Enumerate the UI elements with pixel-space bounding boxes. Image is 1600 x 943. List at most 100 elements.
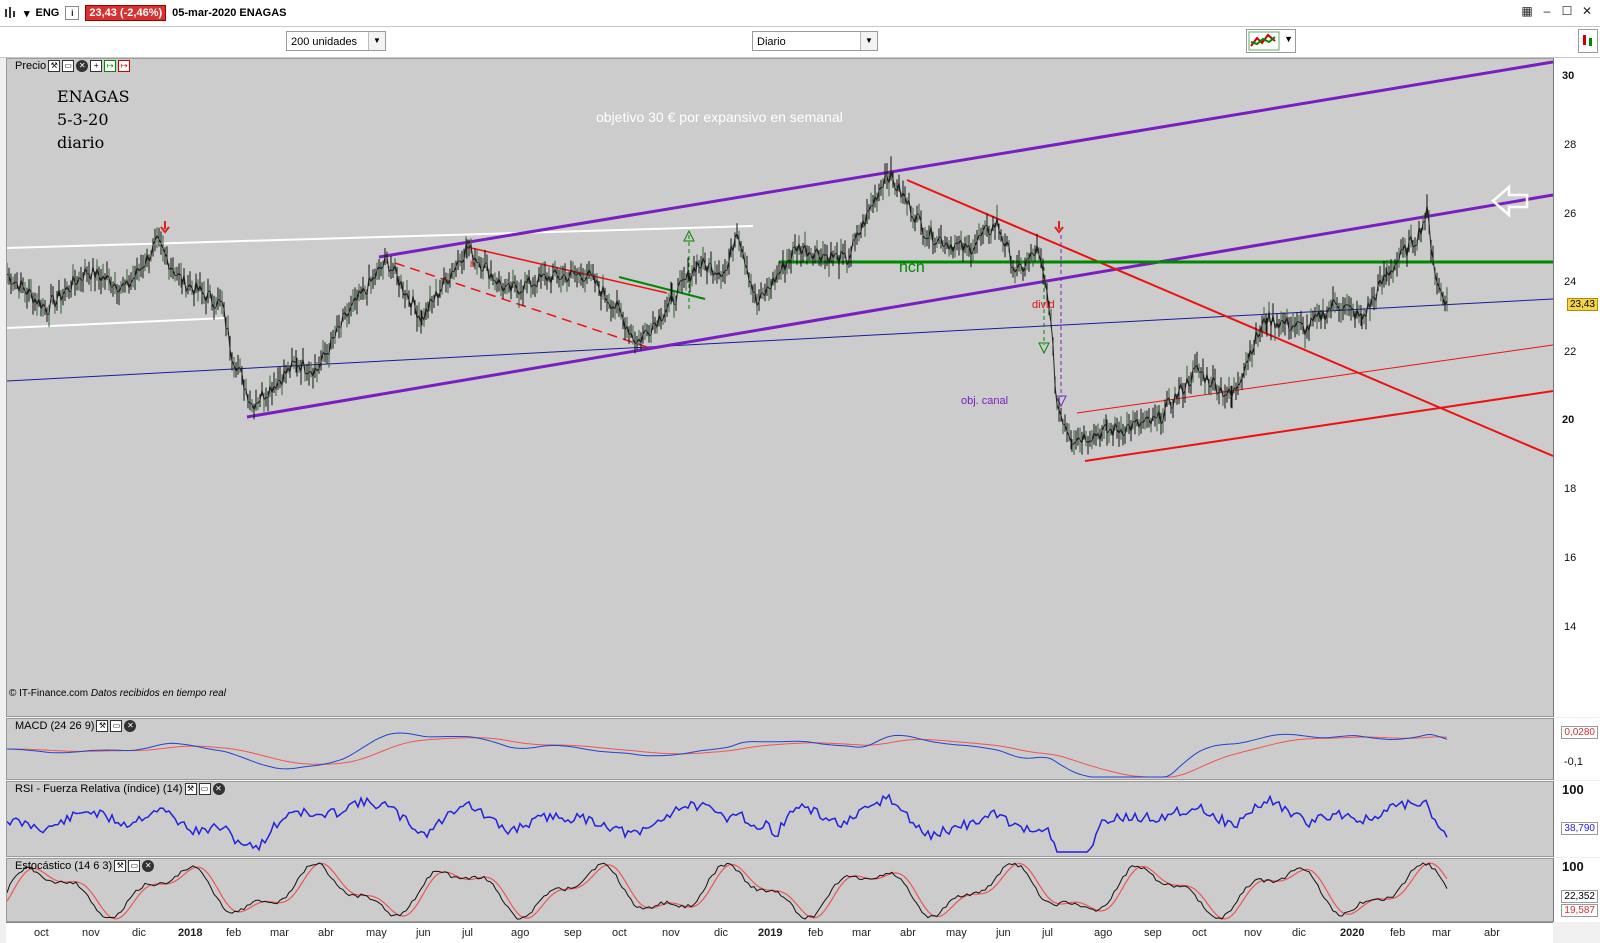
- macd-chart: [7, 732, 1448, 778]
- remove-icon[interactable]: ↦: [118, 60, 131, 72]
- dropdown-arrow-icon[interactable]: ▾: [24, 7, 30, 20]
- price-chart[interactable]: [7, 59, 1553, 716]
- hch-label: hch: [899, 259, 925, 276]
- window-icon[interactable]: ▭: [110, 720, 123, 732]
- x-tick-label: 2019: [758, 927, 783, 939]
- x-tick-label: mar: [852, 927, 871, 939]
- ticker-symbol: ENG: [35, 7, 60, 19]
- x-tick-label: sep: [1144, 927, 1162, 939]
- small-label: b: [470, 259, 476, 269]
- plus-icon[interactable]: +: [90, 60, 103, 72]
- close-icon[interactable]: ✕: [1580, 4, 1594, 18]
- stoch-panel[interactable]: Estocástico (14 6 3) ⚒ ▭ ✕: [6, 858, 1554, 922]
- red-downtrend-line: [906, 179, 1553, 457]
- macd-panel[interactable]: MACD (24 26 9) ⚒ ▭ ✕: [6, 718, 1554, 780]
- x-tick-label: dic: [132, 927, 147, 939]
- macd-panel-header: MACD (24 26 9) ⚒ ▭ ✕: [15, 720, 137, 732]
- x-tick-label: abr: [1484, 927, 1500, 939]
- stoch-line: [7, 862, 1448, 920]
- y-tick: 14: [1564, 621, 1577, 633]
- wrench-icon[interactable]: ⚒: [184, 783, 197, 795]
- x-tick-label: oct: [612, 927, 627, 939]
- wrench-icon[interactable]: ⚒: [114, 860, 127, 872]
- window-title: 05-mar-2020 ENAGAS: [172, 7, 287, 19]
- x-tick-label: jul: [1042, 927, 1054, 939]
- annotation-line: ENAGAS: [57, 87, 130, 106]
- y-tick: 24: [1564, 276, 1577, 288]
- annotation-title: ENAGAS 5-3-20 diario: [57, 85, 130, 154]
- y-tick: 28: [1564, 139, 1577, 151]
- stoch-axis: 100 22,352 19,587: [1553, 858, 1600, 922]
- purple-channel-upper: [378, 60, 1553, 259]
- chart-settings-button[interactable]: [1578, 29, 1598, 53]
- stoch-signal-value: 19,587: [1561, 904, 1598, 917]
- units-select-value: 200 unidades: [291, 36, 358, 48]
- x-tick-label: ago: [511, 927, 530, 939]
- title-left: ▾ ENG i 23,43 (-2,46%) 05-mar-2020 ENAGA…: [4, 5, 286, 21]
- x-tick-label: sep: [564, 927, 582, 939]
- rsi-panel[interactable]: RSI - Fuerza Relativa (índice) (14) ⚒ ▭ …: [6, 781, 1554, 857]
- units-select[interactable]: 200 unidades ▼: [286, 31, 386, 51]
- objective-note: objetivo 30 € por expansivo en semanal: [596, 109, 843, 125]
- close-icon[interactable]: ✕: [142, 860, 155, 872]
- x-tick-label: may: [366, 927, 387, 939]
- rsi-axis: 100 38,790: [1553, 781, 1600, 857]
- x-tick-label: abr: [900, 927, 916, 939]
- export-icon[interactable]: ↦: [104, 60, 117, 72]
- annotation-line: 5-3-20: [57, 110, 109, 129]
- y-tick: 26: [1564, 208, 1577, 220]
- x-tick-label: jul: [462, 927, 474, 939]
- y-tick: 100: [1562, 782, 1584, 797]
- red-marker-arrow-icon: [160, 221, 170, 234]
- y-tick: 18: [1564, 483, 1577, 495]
- x-tick-label: feb: [226, 927, 242, 939]
- chart-app-icon: [5, 7, 15, 18]
- price-axis: 30 28 26 24 22 20 18 16 14 23,43: [1553, 58, 1600, 717]
- title-bar: ▾ ENG i 23,43 (-2,46%) 05-mar-2020 ENAGA…: [0, 0, 1600, 27]
- stoch-panel-header: Estocástico (14 6 3) ⚒ ▭ ✕: [15, 860, 155, 872]
- info-icon[interactable]: i: [65, 6, 80, 20]
- indicator-picker-button[interactable]: ▼: [1246, 29, 1296, 53]
- macd-axis: 0,0280 -0,1: [1553, 718, 1600, 780]
- macd-signal-line: [7, 736, 1448, 778]
- y-tick: 20: [1562, 414, 1575, 426]
- y-tick: 100: [1562, 859, 1584, 874]
- macd-last-value: 0,0280: [1561, 726, 1598, 739]
- keyboard-icon[interactable]: ▦: [1520, 4, 1534, 18]
- rsi-last-value: 38,790: [1561, 822, 1598, 835]
- wrench-icon[interactable]: ⚒: [96, 720, 109, 732]
- stoch-last-value: 22,352: [1561, 890, 1598, 903]
- rsi-panel-header: RSI - Fuerza Relativa (índice) (14) ⚒ ▭ …: [15, 783, 225, 795]
- wrench-icon[interactable]: ⚒: [48, 60, 61, 72]
- close-icon[interactable]: ✕: [76, 60, 89, 72]
- x-tick-label: nov: [1244, 927, 1262, 939]
- y-tick: 16: [1564, 552, 1577, 564]
- x-tick-label: oct: [1192, 927, 1207, 939]
- period-select[interactable]: Diario ▼: [752, 31, 878, 51]
- copyright-note: Datos recibidos en tiempo real: [90, 688, 226, 699]
- macd-panel-label: MACD (24 26 9): [15, 720, 95, 732]
- price-panel[interactable]: Precio ⚒ ▭ ✕ + ↦ ↦ ENAGAS 5-3-20 diario …: [6, 58, 1554, 717]
- x-tick-label: dic: [1292, 927, 1307, 939]
- chevron-down-icon[interactable]: ▼: [1284, 34, 1293, 44]
- maximize-icon[interactable]: ☐: [1560, 4, 1574, 18]
- window-icon[interactable]: ▭: [128, 860, 141, 872]
- window-icon[interactable]: ▭: [62, 60, 75, 72]
- minimize-icon[interactable]: –: [1540, 4, 1554, 18]
- divid-label: divid: [1032, 299, 1055, 311]
- window-icon[interactable]: ▭: [198, 783, 211, 795]
- x-tick-label: may: [946, 927, 967, 939]
- annotation-line: diario: [57, 133, 105, 152]
- x-tick-label: mar: [1432, 927, 1451, 939]
- chevron-down-icon[interactable]: ▼: [368, 32, 385, 50]
- x-tick-label: 2020: [1340, 927, 1365, 939]
- x-tick-label: dic: [714, 927, 729, 939]
- x-tick-label: mar: [270, 927, 289, 939]
- x-tick-label: ago: [1094, 927, 1113, 939]
- period-select-value: Diario: [757, 36, 786, 48]
- x-tick-label: feb: [808, 927, 824, 939]
- close-icon[interactable]: ✕: [212, 783, 225, 795]
- close-icon[interactable]: ✕: [124, 720, 137, 732]
- white-support-line: [7, 317, 226, 329]
- chevron-down-icon[interactable]: ▼: [860, 32, 877, 50]
